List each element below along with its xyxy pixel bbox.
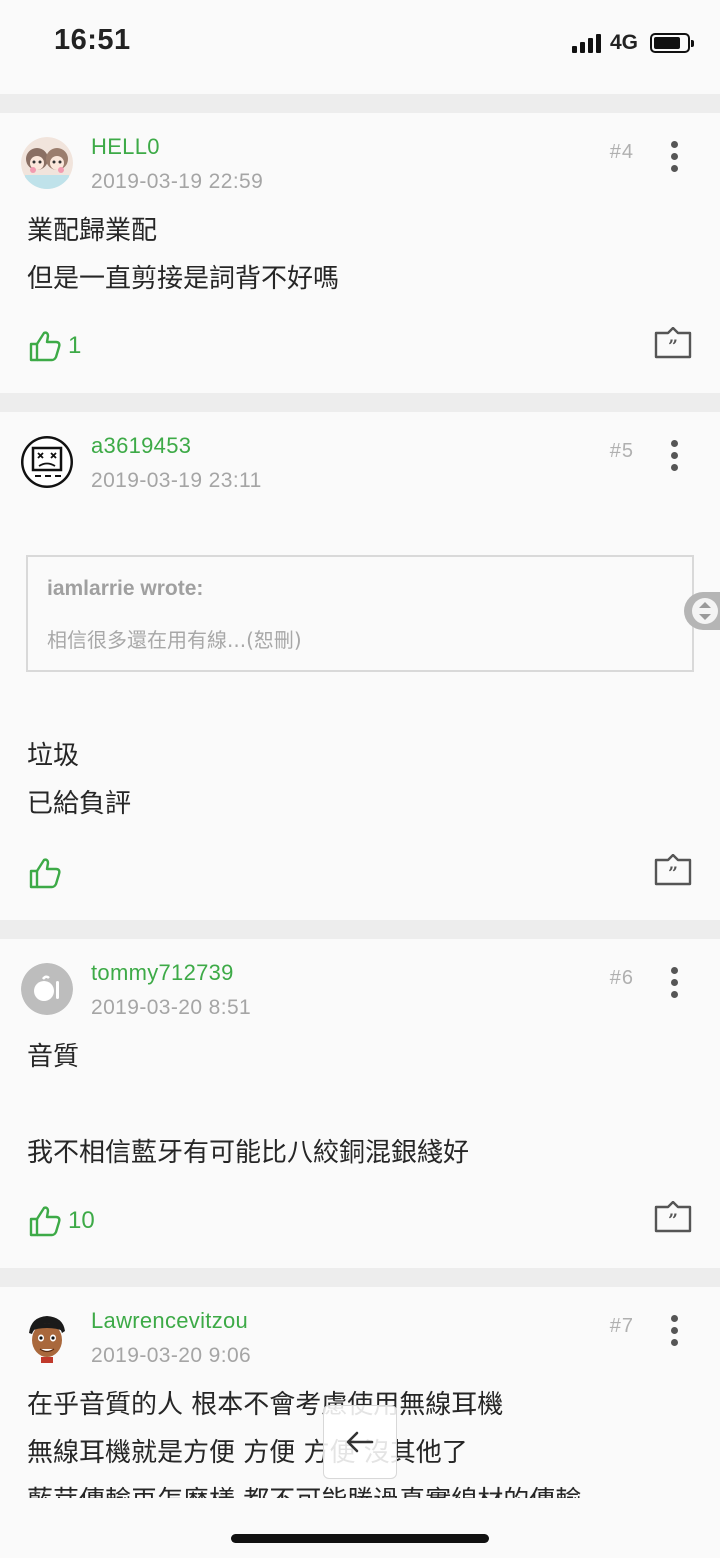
home-indicator[interactable] xyxy=(231,1534,489,1543)
like-button[interactable] xyxy=(28,857,68,889)
quote-author: iamlarrie wrote: xyxy=(47,577,204,600)
scroll-up-down-icon xyxy=(692,598,718,624)
floor-number: #5 xyxy=(609,440,634,462)
post-date: 2019-03-19 23:11 xyxy=(91,469,262,492)
content-line: 我不相信藍牙有可能比八絞銅混銀綫好 xyxy=(27,1138,470,1168)
like-button[interactable]: 1 xyxy=(28,330,81,362)
username[interactable]: HELL0 xyxy=(91,134,160,160)
cellular-signal-icon xyxy=(571,33,601,53)
thumbs-up-icon xyxy=(29,858,61,889)
user-avatar[interactable] xyxy=(21,963,73,1015)
floor-number: #7 xyxy=(609,1315,634,1337)
network-type: 4G xyxy=(609,31,638,54)
battery-icon xyxy=(650,33,694,53)
quote-reply-button[interactable]: ” xyxy=(654,326,692,359)
post-content: 音質 我不相信藍牙有可能比八絞銅混銀綫好 xyxy=(27,1033,693,1177)
post-card: tommy712739 2019-03-20 8:51 #6 音質 我不相信藍牙… xyxy=(0,939,720,1268)
post-card: HELL0 2019-03-19 22:59 #4 業配歸業配 但是一直剪接是詞… xyxy=(0,113,720,393)
arrow-left-icon xyxy=(346,1431,374,1453)
scroll-handle[interactable] xyxy=(684,592,720,630)
svg-text:”: ” xyxy=(668,1211,678,1231)
thumbs-up-icon xyxy=(29,331,61,362)
food-plate-icon xyxy=(21,963,73,1015)
like-count: 10 xyxy=(68,1207,95,1234)
content-line: 已給負評 xyxy=(27,789,132,819)
quote-reply-button[interactable]: ” xyxy=(654,853,692,886)
more-options-icon[interactable] xyxy=(670,1315,678,1346)
thumbs-up-icon xyxy=(29,1206,61,1237)
post-content: 垃圾 已給負評 xyxy=(27,732,693,828)
post-date: 2019-03-20 9:06 xyxy=(91,1344,252,1367)
content-line: 業配歸業配 xyxy=(27,216,158,246)
content-blank-line xyxy=(27,1081,693,1129)
quoted-post[interactable]: iamlarrie wrote: 相信很多還在用有線...(恕刪) xyxy=(26,555,694,672)
floor-number: #4 xyxy=(609,141,634,163)
status-time: 16:51 xyxy=(54,24,131,56)
content-line: 音質 xyxy=(27,1042,80,1072)
quote-icon: ” xyxy=(654,853,692,886)
top-spacer xyxy=(0,78,720,94)
cartoon-man-avatar-icon xyxy=(29,1316,65,1363)
more-options-icon[interactable] xyxy=(670,967,678,998)
back-button[interactable] xyxy=(323,1405,397,1479)
bottom-bar xyxy=(0,1498,720,1558)
status-bar: 16:51 4G xyxy=(0,0,720,78)
svg-text:”: ” xyxy=(668,864,678,884)
quote-text: 相信很多還在用有線...(恕刪) xyxy=(47,628,302,652)
status-icons: 4G xyxy=(571,30,694,56)
svg-text:”: ” xyxy=(668,337,678,357)
username[interactable]: Lawrencevitzou xyxy=(91,1308,248,1334)
post-content: 業配歸業配 但是一直剪接是詞背不好嗎 xyxy=(27,207,693,303)
broken-monitor-icon xyxy=(21,436,73,488)
user-avatar[interactable] xyxy=(21,1311,73,1363)
user-avatar[interactable] xyxy=(21,436,73,488)
username[interactable]: tommy712739 xyxy=(91,960,234,986)
quote-icon: ” xyxy=(654,326,692,359)
post-date: 2019-03-20 8:51 xyxy=(91,996,252,1019)
more-options-icon[interactable] xyxy=(670,141,678,172)
quote-reply-button[interactable]: ” xyxy=(654,1200,692,1233)
more-options-icon[interactable] xyxy=(670,440,678,471)
user-avatar[interactable] xyxy=(21,137,73,189)
content-line: 藍芽傳輸再怎麼樣 都不可能勝過真實線材的傳輸 xyxy=(27,1477,693,1498)
post-card: a3619453 2019-03-19 23:11 #5 iamlarrie w… xyxy=(0,412,720,920)
like-count: 1 xyxy=(68,332,82,359)
post-date: 2019-03-19 22:59 xyxy=(91,170,264,193)
content-line: 垃圾 xyxy=(27,741,80,771)
username[interactable]: a3619453 xyxy=(91,433,191,459)
girl-avatar-icon xyxy=(21,137,73,189)
floor-number: #6 xyxy=(609,967,634,989)
quote-icon: ” xyxy=(654,1200,692,1233)
like-button[interactable]: 10 xyxy=(28,1205,95,1237)
content-line: 但是一直剪接是詞背不好嗎 xyxy=(27,264,340,294)
